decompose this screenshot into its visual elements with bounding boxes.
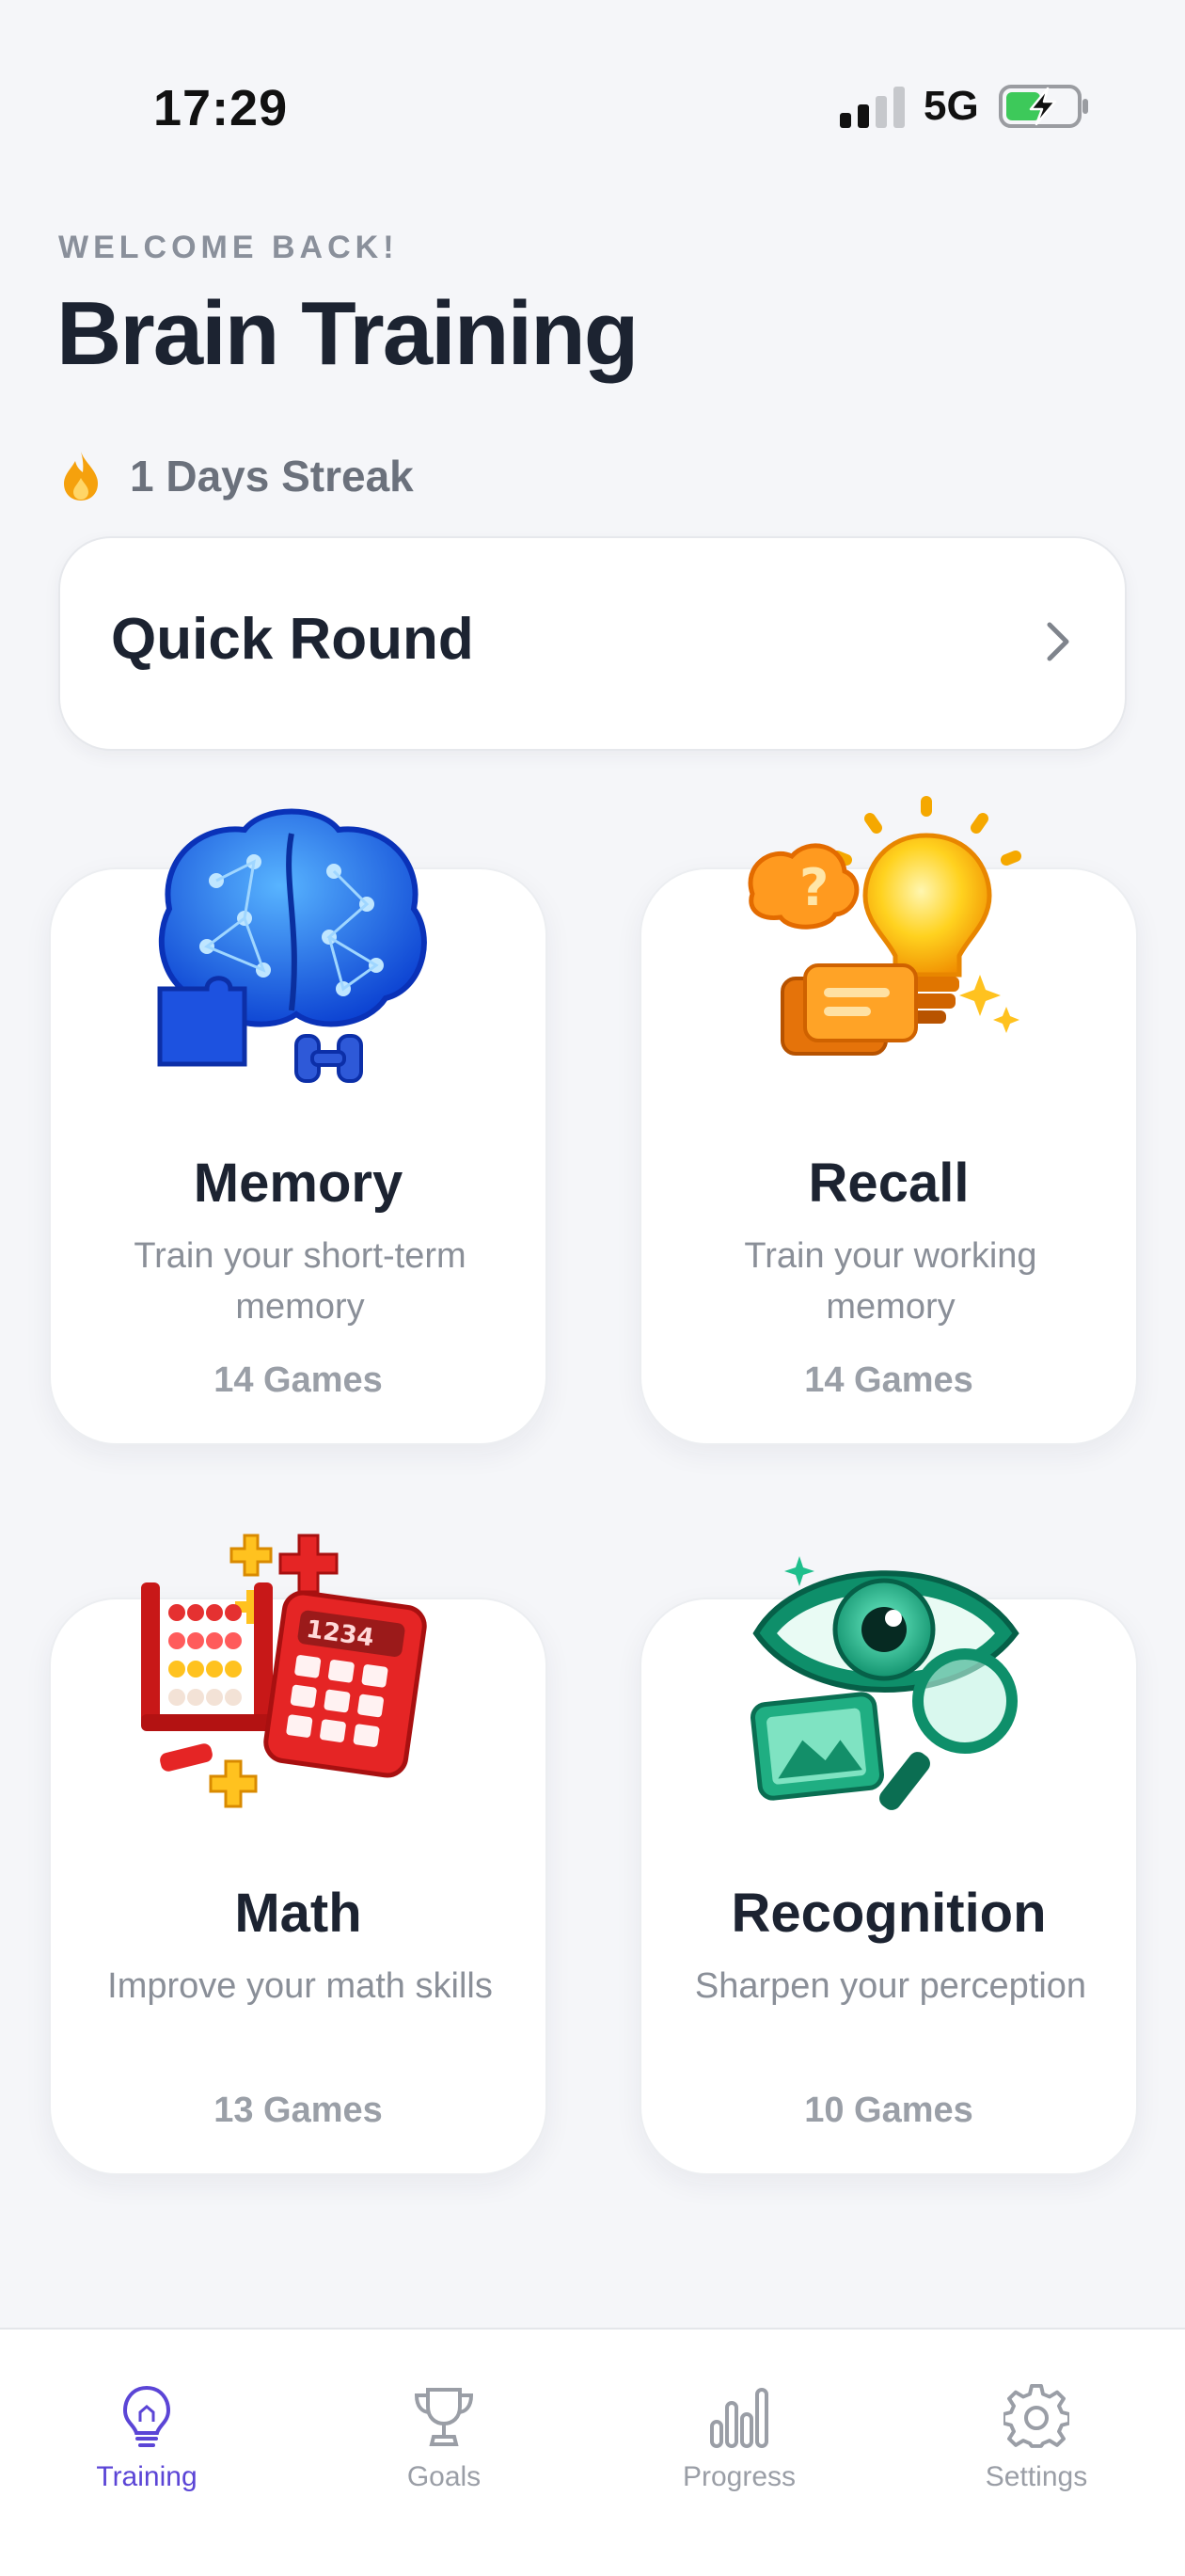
card-game-count: 14 Games: [213, 1360, 383, 1400]
welcome-label: WELCOME BACK!: [58, 230, 399, 265]
tab-label: Training: [96, 2461, 198, 2492]
tab-progress[interactable]: Progress: [626, 2384, 852, 2516]
eye-icon: [750, 1556, 1019, 1810]
page-title: Brain Training: [56, 283, 639, 384]
calculator-icon: 1234: [141, 1534, 427, 1808]
card-description: Sharpen your perception: [694, 1966, 1087, 2006]
card-title: Recall: [808, 1153, 970, 1214]
svg-text:?: ?: [799, 858, 829, 917]
card-game-count: 13 Games: [213, 2091, 383, 2130]
card-description: Train your working memory: [744, 1236, 1037, 1327]
brain-icon: [157, 808, 427, 1083]
quick-round-label: Quick Round: [111, 607, 474, 672]
chevron-right-icon: [1047, 622, 1069, 661]
card-title: Recognition: [731, 1883, 1047, 1944]
tab-settings[interactable]: Settings: [924, 2384, 1149, 2516]
lightbulb-icon: [122, 2385, 171, 2447]
lightbulb-icon: ?: [748, 796, 1021, 1056]
battery-charging-icon: [999, 85, 1088, 128]
card-title: Math: [234, 1883, 362, 1944]
trophy-icon: [414, 2388, 474, 2446]
tab-label: Progress: [682, 2461, 797, 2492]
streak-indicator: 1 Days Streak: [60, 448, 414, 504]
status-time: 17:29: [153, 80, 289, 136]
quick-round-button[interactable]: Quick Round: [58, 536, 1127, 751]
network-label: 5G: [924, 83, 979, 129]
gear-icon: [1003, 2384, 1069, 2448]
card-description: Train your short-term memory: [134, 1236, 466, 1327]
card-description: Improve your math skills: [107, 1966, 493, 2006]
flame-icon: [64, 452, 98, 501]
tab-label: Goals: [406, 2461, 482, 2492]
tab-goals[interactable]: Goals: [331, 2384, 557, 2516]
signal-icon: [840, 87, 905, 128]
card-game-count: 10 Games: [804, 2091, 973, 2130]
bar-chart-icon: [710, 2388, 768, 2448]
card-game-count: 14 Games: [804, 1360, 973, 1400]
streak-text: 1 Days Streak: [130, 452, 414, 501]
tab-label: Settings: [985, 2461, 1088, 2492]
card-title: Memory: [193, 1153, 403, 1214]
bottom-tab-bar: Training Goals Progress Settings: [0, 2328, 1185, 2576]
status-bar: 17:29 5G: [0, 0, 1185, 207]
tab-training[interactable]: Training: [34, 2384, 260, 2516]
